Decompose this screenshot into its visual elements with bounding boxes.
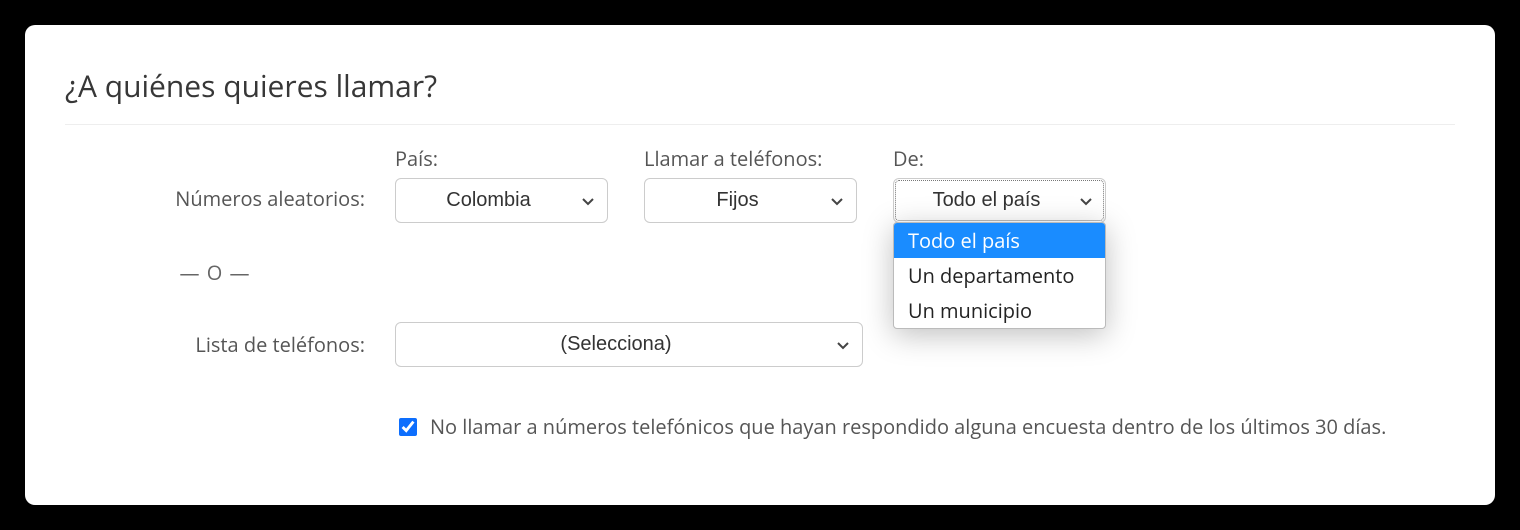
phone-list-label: Lista de teléfonos: bbox=[65, 331, 365, 358]
from-dropdown: Todo el paísUn departamentoUn municipio bbox=[893, 222, 1106, 329]
from-label: De: bbox=[893, 145, 1106, 172]
phone-list-select-wrap: (Selecciona) bbox=[395, 322, 863, 367]
phone-type-group: Llamar a teléfonos: Fijos bbox=[644, 145, 857, 223]
country-select[interactable]: Colombia bbox=[395, 178, 608, 223]
page-title: ¿A quiénes quieres llamar? bbox=[65, 65, 1455, 106]
from-select[interactable]: Todo el país bbox=[893, 178, 1106, 223]
country-select-wrap: Colombia bbox=[395, 178, 608, 223]
country-label: País: bbox=[395, 145, 608, 172]
phone-type-select[interactable]: Fijos bbox=[644, 178, 857, 223]
exclude-recent-checkbox[interactable] bbox=[399, 418, 417, 436]
from-option[interactable]: Un departamento bbox=[894, 258, 1105, 293]
from-option[interactable]: Un municipio bbox=[894, 293, 1105, 328]
random-numbers-fields: País: Colombia Llamar a teléfonos: Fijos bbox=[395, 145, 1455, 223]
form-grid: Números aleatorios: País: Colombia Llama… bbox=[65, 145, 1455, 440]
form-panel: ¿A quiénes quieres llamar? Números aleat… bbox=[25, 25, 1495, 505]
exclude-recent-label[interactable]: No llamar a números telefónicos que haya… bbox=[430, 413, 1386, 440]
phone-list-select[interactable]: (Selecciona) bbox=[395, 322, 863, 367]
random-numbers-label: Números aleatorios: bbox=[65, 157, 365, 212]
from-option[interactable]: Todo el país bbox=[894, 223, 1105, 258]
from-group: De: Todo el país Todo el paísUn departam… bbox=[893, 145, 1106, 223]
phone-type-label: Llamar a teléfonos: bbox=[644, 145, 857, 172]
or-separator: — O — bbox=[65, 239, 365, 306]
phone-type-select-wrap: Fijos bbox=[644, 178, 857, 223]
from-select-wrap: Todo el país Todo el paísUn departamento… bbox=[893, 178, 1106, 223]
exclude-recent-row: No llamar a números telefónicos que haya… bbox=[395, 413, 1455, 440]
divider bbox=[65, 124, 1455, 125]
country-group: País: Colombia bbox=[395, 145, 608, 223]
